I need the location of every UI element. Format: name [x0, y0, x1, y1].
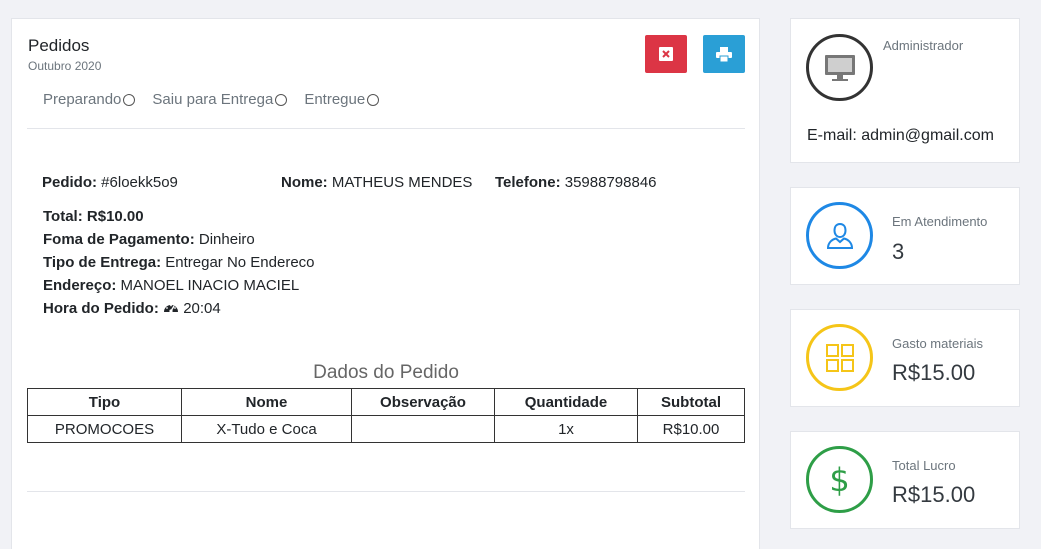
- radio-entregue[interactable]: [367, 93, 380, 106]
- page-title: Pedidos: [28, 36, 90, 55]
- table-cell: 1x: [494, 415, 638, 443]
- table-header: Tipo: [27, 388, 182, 416]
- dollar-icon: $: [829, 460, 850, 499]
- stat-label: Em Atendimento: [892, 214, 988, 229]
- stat-label: Gasto materiais: [892, 336, 984, 351]
- customer-name: Nome: MATHEUS MENDES: [281, 174, 472, 191]
- radio-saiu-para-entrega[interactable]: [275, 93, 288, 106]
- customer-phone: Telefone: 35988798846: [495, 174, 657, 191]
- divider: [27, 491, 745, 492]
- address-value: MANOEL INACIO MACIEL: [120, 277, 300, 294]
- delete-button[interactable]: [645, 35, 687, 73]
- stat-value: 3: [892, 239, 905, 264]
- order-id: Pedido: #6loekk5o9: [42, 174, 178, 191]
- delivery-type-label: Tipo de Entrega:: [43, 254, 162, 271]
- order-time-value: 20:04: [183, 300, 221, 317]
- divider: [27, 128, 745, 129]
- monitor-icon: [824, 54, 855, 81]
- page-subtitle: Outubro 2020: [28, 59, 102, 73]
- customer-name-value: MATHEUS MENDES: [331, 174, 473, 191]
- customer-name-label: Nome:: [281, 174, 328, 191]
- table-row: PROMOCOES X-Tudo e Coca 1x R$10.00: [27, 415, 745, 443]
- address: Endereço: MANOEL INACIO MACIEL: [43, 277, 299, 294]
- order-total-value: R$10.00: [86, 208, 144, 225]
- print-icon: [716, 46, 732, 62]
- status-label: Saiu para Entrega: [152, 91, 274, 108]
- stat-card-gasto-materiais: Gasto materiais R$15.00: [790, 309, 1020, 407]
- order-total-label: Total:: [43, 208, 83, 225]
- table-header: Quantidade: [494, 388, 638, 416]
- customer-phone-label: Telefone:: [495, 174, 561, 191]
- stat-value: R$15.00: [892, 482, 976, 507]
- order-panel: Pedidos Outubro 2020 Preparando Saiu par…: [11, 18, 760, 549]
- print-button[interactable]: [703, 35, 745, 73]
- status-options: Preparando Saiu para Entrega Entregue: [43, 91, 380, 108]
- customer-phone-value: 35988798846: [564, 174, 657, 191]
- status-saiu-para-entrega[interactable]: Saiu para Entrega: [152, 91, 288, 108]
- stat-icon-circle: [806, 202, 873, 269]
- status-entregue[interactable]: Entregue: [304, 91, 380, 108]
- stat-icon-circle: [806, 324, 873, 391]
- payment-method-label: Foma de Pagamento:: [43, 231, 195, 248]
- table-cell: X-Tudo e Coca: [181, 415, 352, 443]
- status-label: Entregue: [304, 91, 366, 108]
- delivery-type-value: Entregar No Endereco: [165, 254, 315, 271]
- order-id-label: Pedido:: [42, 174, 97, 191]
- status-label: Preparando: [43, 91, 122, 108]
- table-header: Nome: [181, 388, 352, 416]
- payment-method: Foma de Pagamento: Dinheiro: [43, 231, 255, 248]
- admin-card: Administrador E-mail: admin@gmail.com: [790, 18, 1020, 163]
- close-icon: [659, 47, 673, 61]
- user-icon: [826, 222, 853, 249]
- stat-icon-circle: $: [806, 446, 873, 513]
- stat-value: R$15.00: [892, 360, 976, 385]
- order-time: Hora do Pedido: 20:04: [43, 300, 221, 317]
- order-total: Total: R$10.00: [43, 208, 144, 225]
- radio-preparando[interactable]: [123, 93, 136, 106]
- stat-card-em-atendimento: Em Atendimento 3: [790, 187, 1020, 285]
- stat-card-total-lucro: $ Total Lucro R$15.00: [790, 431, 1020, 529]
- order-time-label: Hora do Pedido:: [43, 300, 159, 317]
- order-id-value: #6loekk5o9: [101, 174, 178, 191]
- payment-method-value: Dinheiro: [198, 231, 255, 248]
- table-header: Subtotal: [637, 388, 745, 416]
- admin-role: Administrador: [883, 38, 964, 53]
- dashboard-icon: [164, 304, 179, 313]
- delivery-type: Tipo de Entrega: Entregar No Endereco: [43, 254, 315, 271]
- address-label: Endereço:: [43, 277, 117, 294]
- table-header-row: Tipo Nome Observação Quantidade Subtotal: [27, 388, 745, 416]
- stat-label: Total Lucro: [892, 458, 956, 473]
- grid-icon: [825, 343, 854, 372]
- admin-avatar: [806, 34, 873, 101]
- table-cell: [351, 415, 495, 443]
- admin-email: E-mail: admin@gmail.com: [807, 127, 994, 144]
- table-header: Observação: [351, 388, 495, 416]
- status-preparando[interactable]: Preparando: [43, 91, 136, 108]
- table-cell: R$10.00: [637, 415, 745, 443]
- order-items-table: Tipo Nome Observação Quantidade Subtotal…: [27, 388, 745, 443]
- section-title: Dados do Pedido: [313, 362, 459, 383]
- table-cell: PROMOCOES: [27, 415, 182, 443]
